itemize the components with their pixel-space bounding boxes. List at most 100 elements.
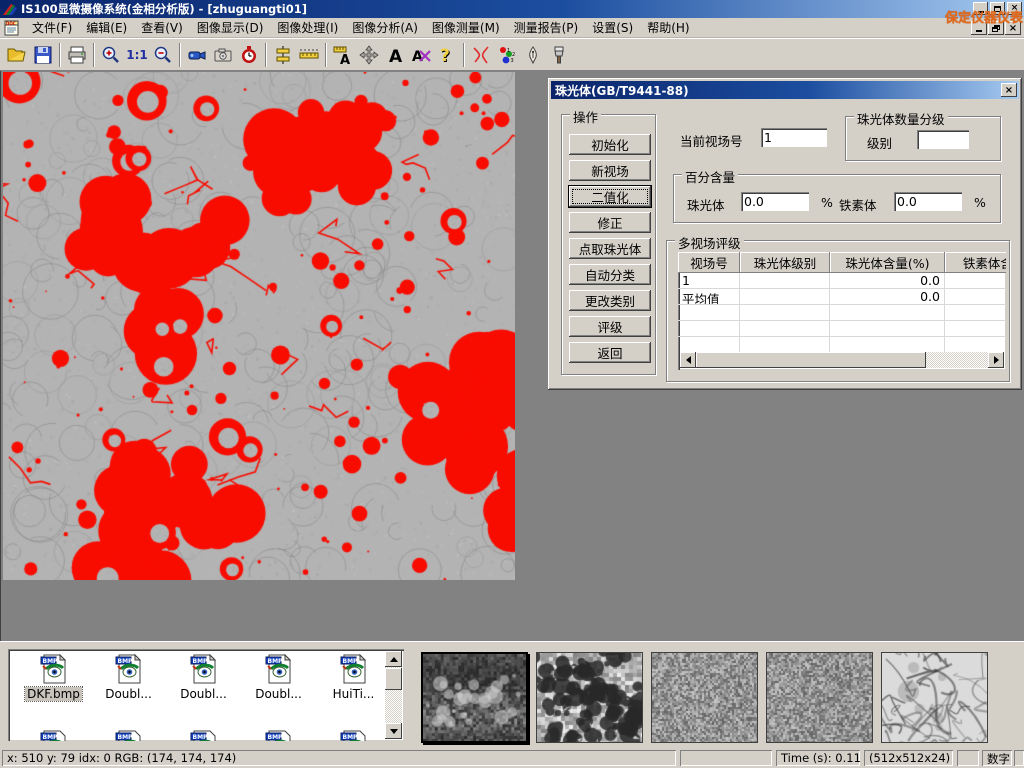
camera-button[interactable] — [210, 42, 236, 68]
status-mode: 数字 — [982, 750, 1012, 766]
menu-edit[interactable]: 编辑(E) — [79, 17, 134, 38]
file-item[interactable]: BMP — [166, 729, 241, 741]
scroll-up-button[interactable] — [385, 651, 402, 667]
window-close-button[interactable]: × — [1007, 2, 1022, 15]
save-button[interactable] — [30, 42, 56, 68]
menu-report[interactable]: 测量报告(P) — [507, 17, 586, 38]
correct-button[interactable]: 修正 — [569, 212, 651, 233]
file-list-scrollbar[interactable] — [385, 651, 402, 739]
ruler-button[interactable] — [296, 42, 322, 68]
thumbnail-selected[interactable] — [421, 652, 528, 743]
menu-image-measure[interactable]: 图像测量(M) — [425, 17, 507, 38]
menu-image-display[interactable]: 图像显示(D) — [190, 17, 271, 38]
zoom-out-button[interactable] — [150, 42, 176, 68]
scrollbar-thumb[interactable] — [385, 668, 402, 690]
grading-group-label: 珠光体数量分级 — [854, 109, 948, 128]
scrollbar-track[interactable] — [926, 352, 988, 368]
ferrite-percent-input[interactable]: 0.0 — [894, 192, 962, 211]
delete-text-button[interactable]: A — [408, 42, 434, 68]
pearlite-unit: % — [821, 195, 833, 210]
init-button[interactable]: 初始化 — [569, 134, 651, 155]
return-button[interactable]: 返回 — [569, 342, 651, 363]
stopwatch-button[interactable] — [236, 42, 262, 68]
file-item[interactable]: BMP Doubl... — [166, 653, 241, 701]
status-empty-1 — [680, 750, 772, 766]
curve-button[interactable] — [468, 42, 494, 68]
scroll-left-button[interactable] — [680, 352, 696, 368]
actual-size-button[interactable]: 1:1 — [124, 42, 150, 68]
file-item[interactable]: BMP — [91, 729, 166, 741]
file-name[interactable]: Doubl... — [178, 687, 229, 701]
mdi-minimize-button[interactable] — [971, 21, 987, 35]
file-name[interactable]: HuiTi... — [331, 687, 377, 701]
col-field[interactable]: 视场号 — [678, 252, 740, 273]
rate-button[interactable]: 评级 — [569, 316, 651, 337]
file-item[interactable]: BMP Doubl... — [91, 653, 166, 701]
dialog-title-bar[interactable]: 珠光体(GB/T9441-88) — [551, 81, 1019, 99]
thumbnail[interactable] — [766, 652, 873, 743]
table-header-row: 视场号 珠光体级别 珠光体含量(%) 铁素体含量(%) — [678, 252, 1006, 273]
mdi-close-button[interactable]: × — [1005, 21, 1021, 35]
file-item[interactable]: BMP — [241, 729, 316, 741]
col-pearlite-percent[interactable]: 珠光体含量(%) — [830, 252, 945, 273]
count-points-button[interactable]: 123 — [494, 42, 520, 68]
table-horizontal-scrollbar[interactable] — [680, 352, 1004, 368]
measure-text-button[interactable]: A — [330, 42, 356, 68]
file-name[interactable]: Doubl... — [103, 687, 154, 701]
col-ferrite-percent[interactable]: 铁素体含量(%) — [945, 252, 1006, 273]
auto-classify-button[interactable]: 自动分类 — [569, 264, 651, 285]
menu-image-analysis[interactable]: 图像分析(A) — [345, 17, 425, 38]
help-button[interactable]: ?? — [434, 42, 460, 68]
dialog-close-button[interactable]: × — [1001, 83, 1017, 97]
mdi-restore-button[interactable] — [988, 21, 1004, 35]
menu-help[interactable]: 帮助(H) — [640, 17, 696, 38]
table-row[interactable] — [678, 305, 1006, 321]
bmp-file-icon: BMP — [338, 729, 370, 741]
pick-pearlite-button[interactable]: 点取珠光体 — [569, 238, 651, 259]
pearlite-percent-input[interactable]: 0.0 — [741, 192, 809, 211]
scroll-right-button[interactable] — [988, 352, 1004, 368]
table-row[interactable] — [678, 337, 1006, 353]
video-capture-button[interactable] — [184, 42, 210, 68]
scroll-down-button[interactable] — [385, 723, 402, 739]
current-field-input[interactable]: 1 — [761, 128, 827, 147]
file-item[interactable]: BMP — [316, 729, 391, 741]
menu-settings[interactable]: 设置(S) — [585, 17, 640, 38]
table-row[interactable] — [678, 321, 1006, 337]
video-camera-icon — [187, 45, 207, 65]
new-field-button[interactable]: 新视场 — [569, 160, 651, 181]
bmp-file-icon: BMP — [263, 653, 295, 685]
move-button[interactable] — [356, 42, 382, 68]
brush-icon — [549, 45, 569, 65]
file-item[interactable]: BMP — [16, 729, 91, 741]
text-button[interactable]: A — [382, 42, 408, 68]
col-pearlite-level[interactable]: 珠光体级别 — [740, 252, 830, 273]
change-class-button[interactable]: 更改类别 — [569, 290, 651, 311]
open-icon — [7, 45, 27, 65]
file-name[interactable]: Doubl... — [253, 687, 304, 701]
file-item[interactable]: BMP DKF.bmp — [16, 653, 91, 701]
pen-button[interactable] — [520, 42, 546, 68]
print-button[interactable] — [64, 42, 90, 68]
file-item[interactable]: BMP HuiTi... — [316, 653, 391, 701]
zoom-in-button[interactable] — [98, 42, 124, 68]
file-name[interactable]: DKF.bmp — [25, 687, 82, 701]
scrollbar-thumb[interactable] — [696, 352, 926, 368]
level-input[interactable] — [917, 130, 969, 149]
table-row[interactable]: 平均值 0.0 — [678, 289, 1006, 305]
open-button[interactable] — [4, 42, 30, 68]
menu-file[interactable]: 文件(F) — [25, 17, 79, 38]
menu-image-process[interactable]: 图像处理(I) — [270, 17, 345, 38]
menu-view[interactable]: 查看(V) — [134, 17, 190, 38]
binarize-button[interactable]: 二值化 — [569, 186, 651, 207]
thumbnail[interactable] — [881, 652, 988, 743]
caliper-button[interactable] — [270, 42, 296, 68]
file-item[interactable]: BMP Doubl... — [241, 653, 316, 701]
table-row[interactable]: 1 0.0 — [678, 273, 1006, 289]
specimen-image[interactable] — [3, 72, 515, 580]
window-minimize-button[interactable] — [973, 2, 988, 15]
brush-button[interactable] — [546, 42, 572, 68]
thumbnail[interactable] — [651, 652, 758, 743]
window-maximize-button[interactable] — [990, 2, 1005, 15]
thumbnail[interactable] — [536, 652, 643, 743]
